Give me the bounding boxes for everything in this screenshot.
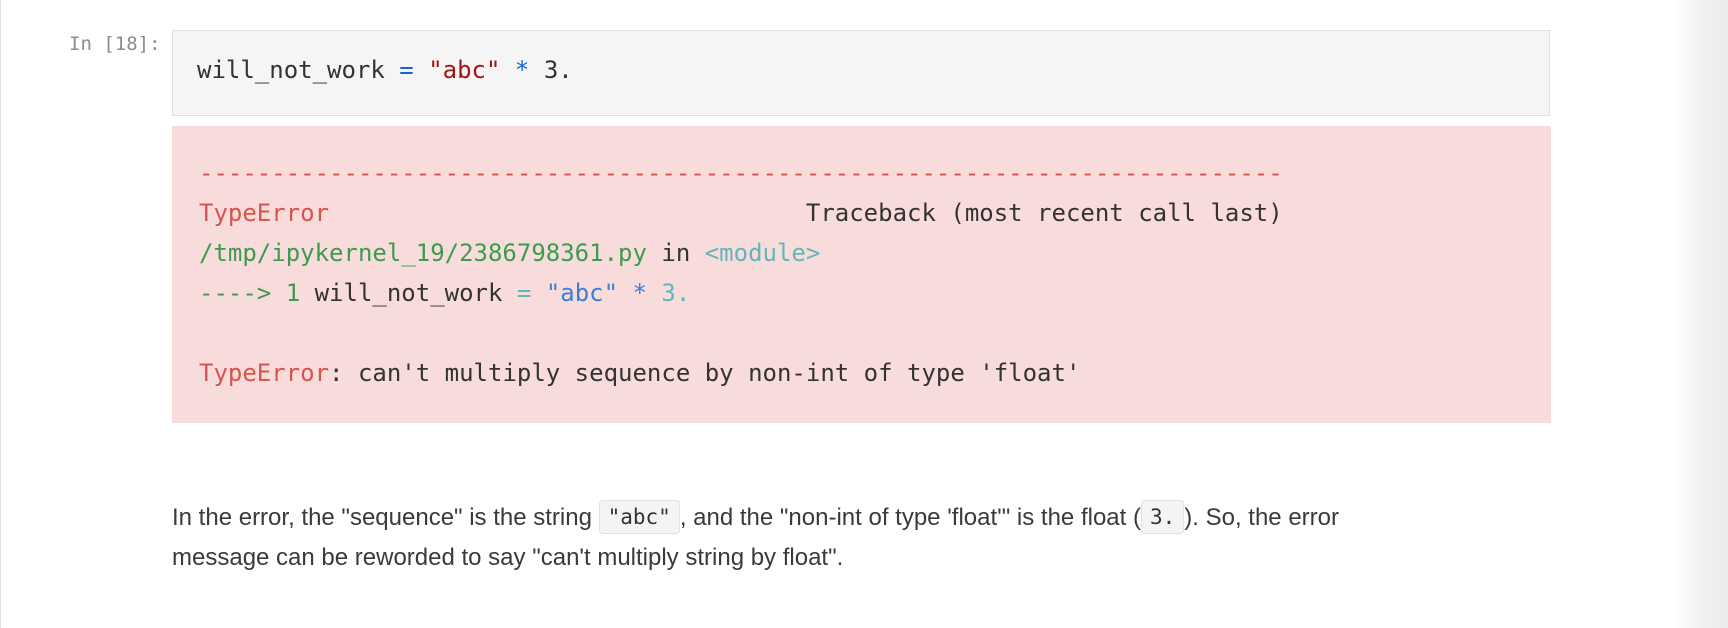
error-message-type: TypeError — [199, 359, 330, 387]
traceback-code-line: ----> 1 will_not_work = "abc" * 3. — [199, 279, 690, 307]
code-cell-editor[interactable]: will_not_work = "abc" * 3. — [172, 30, 1550, 116]
scrollbar-gutter — [1672, 0, 1728, 628]
code-assign-operator: = — [384, 56, 429, 84]
markdown-line-2: message can be reworded to say "can't mu… — [172, 544, 844, 571]
traceback-separator: ----------------------------------------… — [199, 159, 1283, 187]
code-string-literal: "abc" — [428, 56, 501, 84]
code-number-literal: 3. — [543, 56, 573, 84]
traceback-code-variable: will_not_work — [300, 279, 503, 307]
error-message-line: TypeError: can't multiply sequence by no… — [199, 359, 1080, 387]
code-line: will_not_work = "abc" * 3. — [197, 56, 573, 84]
code-variable: will_not_work — [197, 56, 385, 84]
traceback-in-keyword: in — [646, 239, 705, 267]
traceback-code-number: 3. — [661, 279, 691, 307]
markdown-text: , and the "non-int of type 'float'" is t… — [679, 504, 1141, 531]
markdown-line-1: In the error, the "sequence" is the stri… — [172, 498, 1472, 538]
markdown-cell: In the error, the "sequence" is the stri… — [172, 498, 1472, 578]
traceback-header: TypeError Traceback (most recent call la… — [199, 199, 1283, 227]
traceback-code-string: "abc" — [545, 279, 619, 307]
inline-code-float: 3. — [1140, 500, 1185, 534]
traceback-label: Traceback (most recent call last) — [329, 199, 1283, 227]
traceback-arrow: ----> 1 — [199, 279, 301, 307]
code-multiply-operator: * — [500, 56, 544, 84]
markdown-text: ). So, the error — [1184, 504, 1339, 531]
error-type: TypeError — [199, 199, 330, 227]
notebook-left-border — [0, 0, 1, 628]
traceback-code-assign: = — [502, 279, 546, 307]
traceback-file-line: /tmp/ipykernel_19/2386798361.py in <modu… — [199, 239, 820, 267]
error-message-text: : can't multiply sequence by non-int of … — [329, 359, 1081, 387]
traceback-module: <module> — [704, 239, 821, 267]
inline-code-abc: "abc" — [598, 500, 680, 534]
traceback-code-multiply: * — [618, 279, 662, 307]
error-output-area: ----------------------------------------… — [172, 126, 1551, 423]
markdown-text: In the error, the "sequence" is the stri… — [172, 504, 599, 531]
cell-input-prompt: In [18]: — [69, 33, 161, 55]
traceback-file-path: /tmp/ipykernel_19/2386798361.py — [199, 239, 647, 267]
